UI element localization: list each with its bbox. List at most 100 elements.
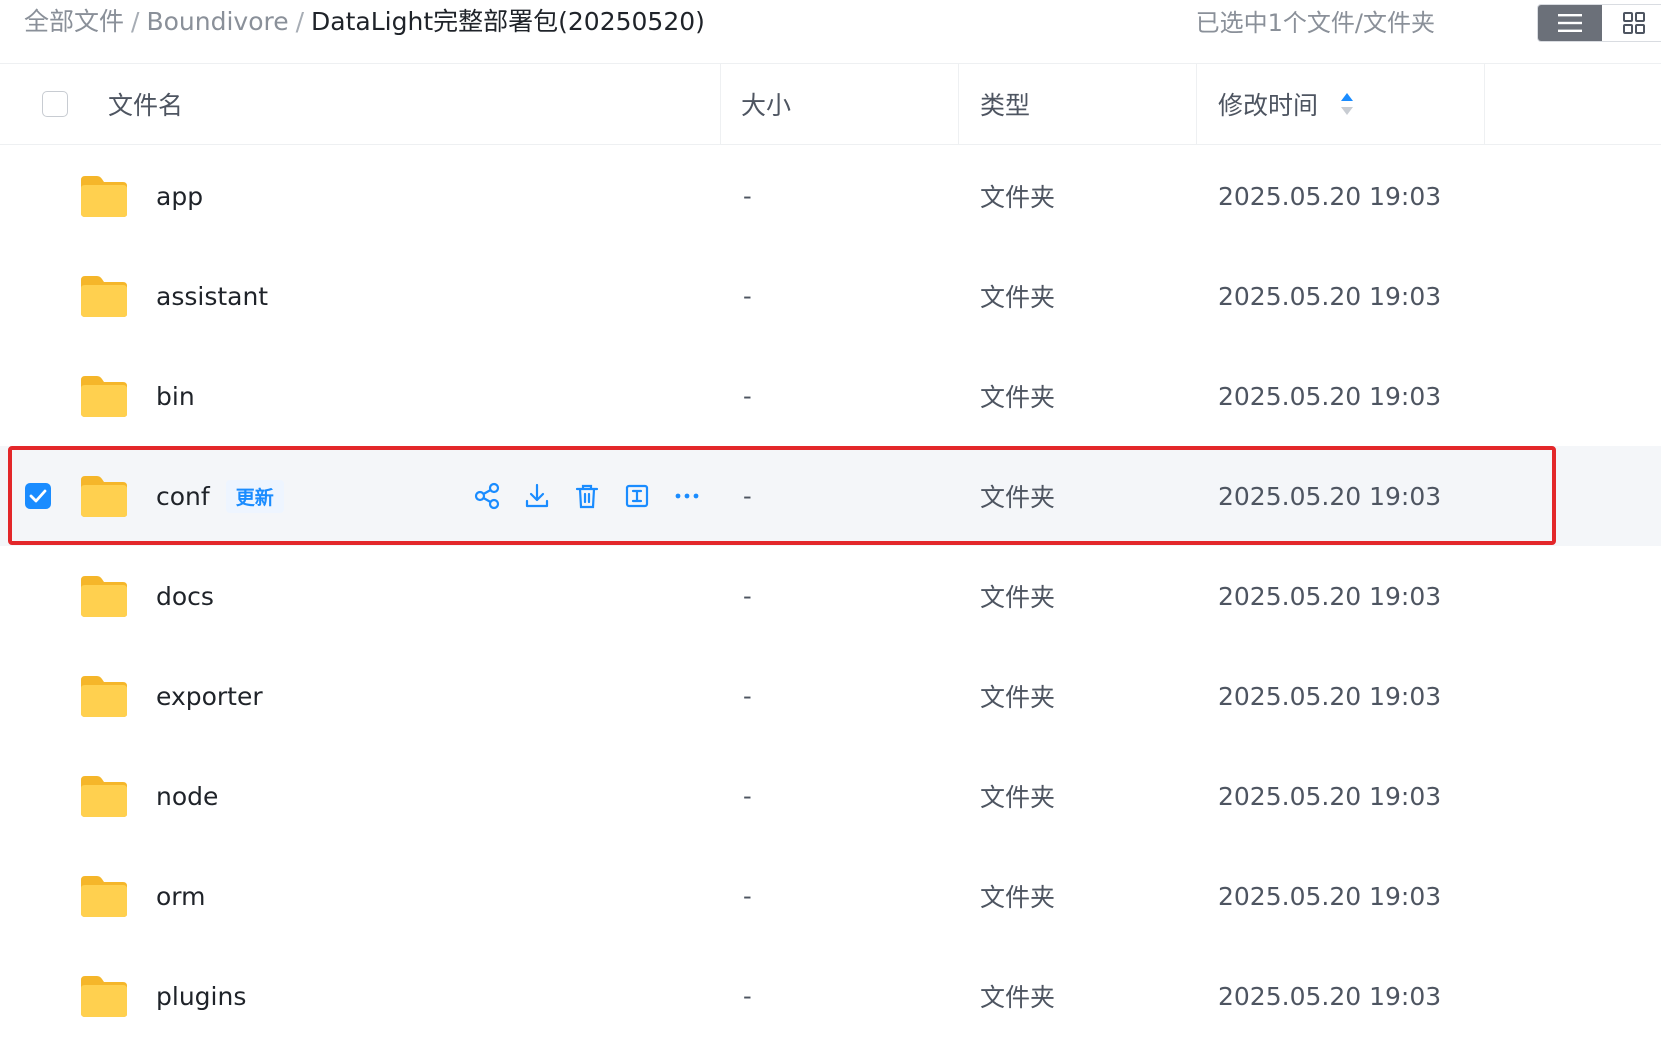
share-icon <box>473 482 501 510</box>
file-name[interactable]: conf <box>156 482 210 511</box>
file-size: - <box>743 882 752 910</box>
column-header-size[interactable]: 大小 <box>741 64 791 144</box>
file-modified-time: 2025.05.20 19:03 <box>1218 481 1442 511</box>
delete-button[interactable] <box>570 479 604 513</box>
sort-icon[interactable] <box>1340 91 1354 117</box>
file-modified-time: 2025.05.20 19:03 <box>1218 981 1442 1011</box>
file-name-cell[interactable]: docs <box>156 546 214 646</box>
column-divider <box>1196 64 1197 144</box>
row-actions <box>470 479 720 513</box>
file-modified-time: 2025.05.20 19:03 <box>1218 281 1442 311</box>
top-bar: 全部文件 / Boundivore / DataLight完整部署包(20250520)… <box>0 0 1661 44</box>
breadcrumb-separator: / <box>295 7 305 36</box>
file-modified-time: 2025.05.20 19:03 <box>1218 181 1442 211</box>
file-type: 文件夹 <box>980 783 1056 812</box>
file-name-cell[interactable]: exporter <box>156 646 263 746</box>
column-divider <box>958 64 959 144</box>
column-header-modified-label: 修改时间 <box>1218 91 1319 120</box>
grid-view-icon <box>1623 12 1645 34</box>
list-view-icon <box>1558 14 1582 32</box>
file-name[interactable]: node <box>156 782 218 811</box>
file-name-cell[interactable]: plugins <box>156 946 246 1046</box>
file-name[interactable]: bin <box>156 382 195 411</box>
file-modified-time: 2025.05.20 19:03 <box>1218 881 1442 911</box>
file-modified-time: 2025.05.20 19:03 <box>1218 581 1442 611</box>
file-type: 文件夹 <box>980 983 1056 1012</box>
breadcrumb-root[interactable]: 全部文件 <box>24 7 124 36</box>
file-name-cell[interactable]: node <box>156 746 218 846</box>
column-divider <box>720 64 721 144</box>
table-row[interactable]: node - 文件夹 2025.05.20 19:03 <box>0 746 1661 846</box>
row-checkbox[interactable] <box>25 483 51 509</box>
table-header: 文件名 大小 类型 修改时间 <box>0 63 1661 145</box>
file-name-cell[interactable]: assistant <box>156 246 268 346</box>
file-name-cell[interactable]: app <box>156 146 203 246</box>
share-button[interactable] <box>470 479 504 513</box>
selection-status: 已选中1个文件/文件夹 <box>1195 9 1435 37</box>
list-view-button[interactable] <box>1538 5 1602 41</box>
rename-button[interactable] <box>620 479 654 513</box>
column-header-type[interactable]: 类型 <box>980 64 1030 144</box>
folder-icon <box>79 574 129 618</box>
column-header-modified[interactable]: 修改时间 <box>1218 64 1354 144</box>
table-row[interactable]: exporter - 文件夹 2025.05.20 19:03 <box>0 646 1661 746</box>
folder-icon <box>79 974 129 1018</box>
file-name-cell[interactable]: bin <box>156 346 195 446</box>
file-size: - <box>743 682 752 710</box>
file-size: - <box>743 582 752 610</box>
table-row[interactable]: orm - 文件夹 2025.05.20 19:03 <box>0 846 1661 946</box>
file-name[interactable]: assistant <box>156 282 268 311</box>
folder-icon <box>79 474 129 518</box>
file-modified-time: 2025.05.20 19:03 <box>1218 681 1442 711</box>
file-name-cell[interactable]: conf 更新 <box>156 446 284 546</box>
file-name-cell[interactable]: orm <box>156 846 206 946</box>
file-name[interactable]: orm <box>156 882 206 911</box>
select-all-cell <box>42 64 68 144</box>
table-row[interactable]: docs - 文件夹 2025.05.20 19:03 <box>0 546 1661 646</box>
table-row[interactable]: plugins - 文件夹 2025.05.20 19:03 <box>0 946 1661 1046</box>
file-type: 文件夹 <box>980 683 1056 712</box>
breadcrumb-current: DataLight完整部署包(20250520) <box>311 7 705 36</box>
file-modified-time: 2025.05.20 19:03 <box>1218 781 1442 811</box>
column-header-name[interactable]: 文件名 <box>108 64 183 144</box>
folder-icon <box>79 874 129 918</box>
file-size: - <box>743 782 752 810</box>
file-type: 文件夹 <box>980 383 1056 412</box>
file-size: - <box>743 282 752 310</box>
download-button[interactable] <box>520 479 554 513</box>
folder-icon <box>79 374 129 418</box>
more-button[interactable] <box>670 479 704 513</box>
more-icon <box>673 482 701 510</box>
file-type: 文件夹 <box>980 283 1056 312</box>
column-divider <box>1484 64 1485 144</box>
update-badge: 更新 <box>225 479 284 513</box>
breadcrumb: 全部文件 / Boundivore / DataLight完整部署包(20250520) <box>24 6 705 38</box>
download-icon <box>523 482 551 510</box>
file-list: app - 文件夹 2025.05.20 19:03 assistant - 文件夹 2025… <box>0 146 1661 1046</box>
file-name[interactable]: app <box>156 182 203 211</box>
table-row[interactable]: bin - 文件夹 2025.05.20 19:03 <box>0 346 1661 446</box>
file-size: - <box>743 382 752 410</box>
view-toggle <box>1537 4 1661 42</box>
table-row[interactable]: conf 更新 - 文件夹 2025.05.20 19:03 <box>0 446 1661 546</box>
rename-icon <box>623 482 651 510</box>
folder-icon <box>79 174 129 218</box>
file-type: 文件夹 <box>980 883 1056 912</box>
file-type: 文件夹 <box>980 183 1056 212</box>
file-type: 文件夹 <box>980 483 1056 512</box>
breadcrumb-separator: / <box>131 7 140 36</box>
file-name[interactable]: exporter <box>156 682 263 711</box>
table-row[interactable]: app - 文件夹 2025.05.20 19:03 <box>0 146 1661 246</box>
folder-icon <box>79 274 129 318</box>
select-all-checkbox[interactable] <box>42 91 68 117</box>
file-name[interactable]: plugins <box>156 982 246 1011</box>
file-size: - <box>743 982 752 1010</box>
file-size: - <box>743 482 752 510</box>
grid-view-button[interactable] <box>1602 5 1661 41</box>
file-name[interactable]: docs <box>156 582 214 611</box>
breadcrumb-parent[interactable]: Boundivore <box>146 7 288 36</box>
table-row[interactable]: assistant - 文件夹 2025.05.20 19:03 <box>0 246 1661 346</box>
file-modified-time: 2025.05.20 19:03 <box>1218 381 1442 411</box>
file-size: - <box>743 182 752 210</box>
folder-icon <box>79 674 129 718</box>
